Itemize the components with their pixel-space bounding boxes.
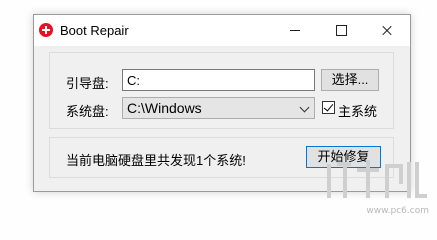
maximize-button[interactable] [318, 15, 364, 46]
disk-settings-group: 引导盘: C: 选择... 系统盘: C:\Windows 主系统 [49, 52, 394, 129]
system-disk-label: 系统盘: [66, 104, 109, 119]
boot-disk-input[interactable]: C: [122, 69, 315, 91]
close-button[interactable] [364, 15, 410, 46]
watermark-logo: www.pc6.com [321, 156, 431, 216]
window-title: Boot Repair [60, 23, 129, 38]
main-system-checkbox[interactable] [322, 101, 335, 114]
minimize-button[interactable] [272, 15, 318, 46]
main-system-label[interactable]: 主系统 [338, 101, 377, 120]
system-disk-value: C:\Windows [127, 100, 202, 116]
watermark-url: www.pc6.com [366, 206, 429, 216]
system-disk-select[interactable]: C:\Windows [122, 97, 315, 119]
app-plus-icon [39, 23, 53, 37]
chevron-down-icon [299, 102, 310, 113]
browse-button[interactable]: 选择... [321, 69, 379, 91]
title-bar: Boot Repair [34, 15, 410, 46]
boot-disk-label: 引导盘: [66, 76, 109, 91]
status-message: 当前电脑硬盘里共发现1个系统! [66, 153, 246, 168]
